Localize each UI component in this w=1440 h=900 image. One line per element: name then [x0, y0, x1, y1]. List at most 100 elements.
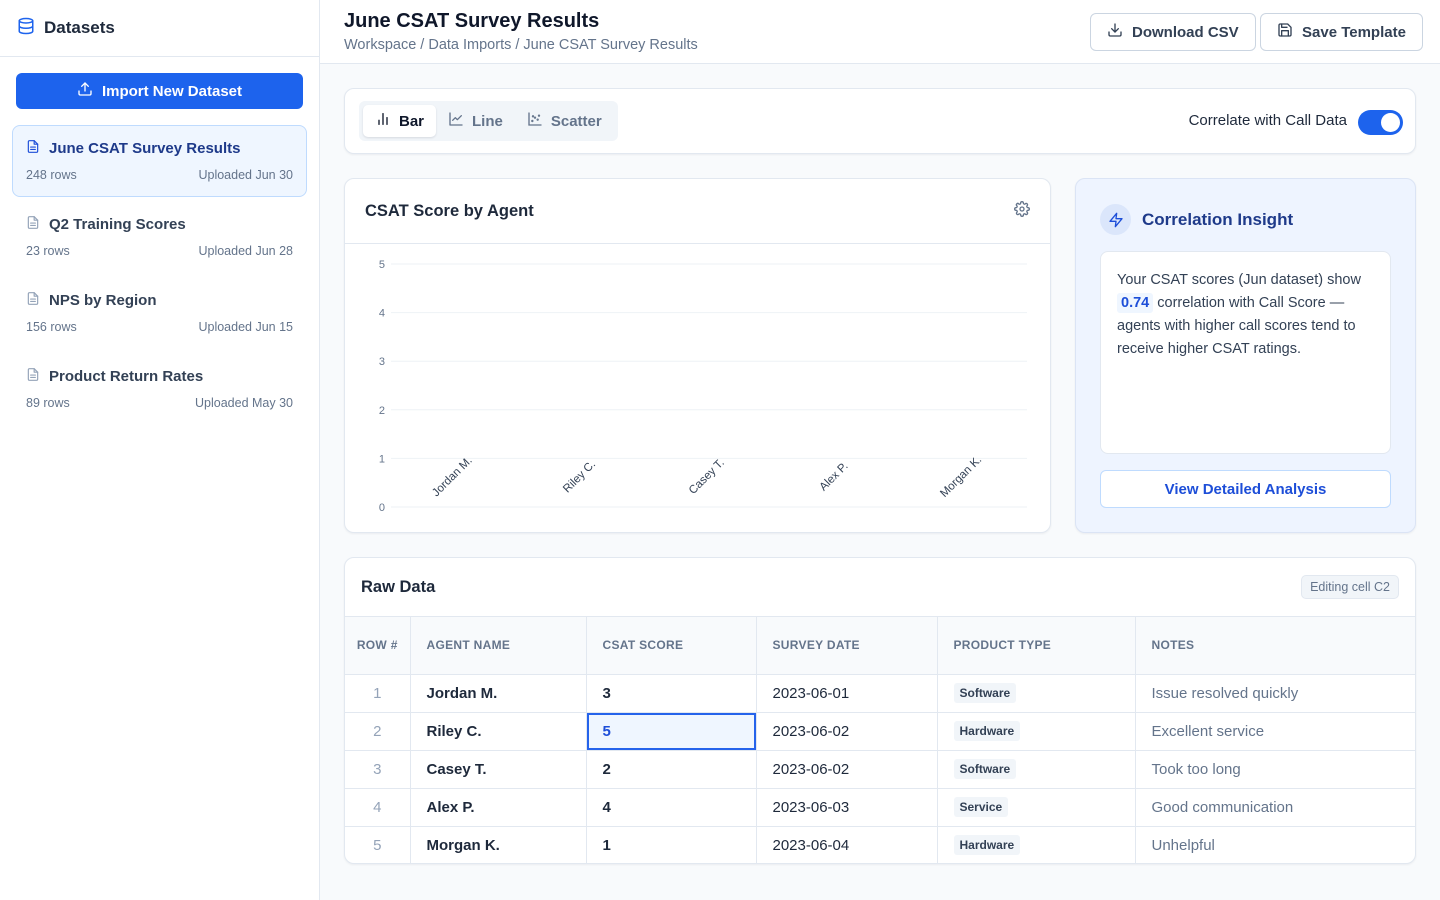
product-type-cell[interactable]: Service [937, 788, 1136, 827]
survey-date-cell[interactable]: 2023-06-03 [756, 788, 938, 827]
file-icon [26, 291, 40, 310]
chart-type-line-label: Line [472, 112, 503, 130]
file-icon [26, 215, 40, 234]
chart-toolbar: Bar Line Scatter Correlate with Call Dat… [344, 88, 1416, 154]
chart-type-line-button[interactable]: Line [436, 105, 515, 137]
y-tick-label: 4 [379, 308, 385, 320]
column-header[interactable]: ROW # [345, 617, 411, 675]
product-type-tag: Hardware [953, 721, 1021, 741]
chart-type-bar-label: Bar [399, 112, 425, 130]
agent-name-cell[interactable]: Casey T. [410, 750, 587, 789]
survey-date-cell[interactable]: 2023-06-02 [756, 750, 938, 789]
column-header[interactable]: NOTES [1135, 617, 1415, 675]
dataset-name: Q2 Training Scores [49, 215, 186, 233]
table-row: 1 Jordan M. 3 2023-06-01 Software Issue … [345, 674, 1415, 713]
agent-name-cell[interactable]: Riley C. [410, 712, 587, 751]
raw-data-card: Raw Data Editing cell C2 ROW # AGENT NAM… [344, 557, 1416, 864]
y-tick-label: 0 [379, 502, 385, 514]
scatter-chart-icon [527, 111, 543, 131]
agent-name-cell[interactable]: Morgan K. [410, 826, 587, 863]
top-bar: June CSAT Survey Results Workspace / Dat… [320, 0, 1440, 64]
column-header[interactable]: PRODUCT TYPE [937, 617, 1136, 675]
product-type-cell[interactable]: Software [937, 674, 1136, 713]
product-type-cell[interactable]: Hardware [937, 712, 1136, 751]
download-csv-button[interactable]: Download CSV [1090, 13, 1256, 51]
raw-data-title: Raw Data [361, 577, 436, 596]
lightning-icon [1100, 204, 1131, 235]
table-header-row: ROW # AGENT NAME CSAT SCORE SURVEY DATE … [345, 617, 1415, 675]
breadcrumb[interactable]: Workspace / Data Imports / June CSAT Sur… [344, 37, 698, 53]
dataset-item-product-returns[interactable]: Product Return Rates 89 rows Uploaded Ma… [12, 353, 307, 425]
correlate-toggle[interactable] [1358, 110, 1403, 135]
agent-name-cell[interactable]: Jordan M. [410, 674, 587, 713]
view-detailed-analysis-button[interactable]: View Detailed Analysis [1100, 470, 1391, 508]
dataset-uploaded: Uploaded Jun 15 [198, 320, 293, 334]
chart-header: CSAT Score by Agent [345, 179, 1050, 244]
notes-cell[interactable]: Excellent service [1135, 712, 1415, 751]
import-dataset-button[interactable]: Import New Dataset [16, 73, 303, 109]
import-dataset-label: Import New Dataset [101, 82, 243, 100]
notes-cell[interactable]: Took too long [1135, 750, 1415, 789]
column-header[interactable]: CSAT SCORE [586, 617, 757, 675]
chart-type-scatter-button[interactable]: Scatter [515, 105, 614, 137]
survey-date-cell[interactable]: 2023-06-04 [756, 826, 938, 863]
notes-cell[interactable]: Issue resolved quickly [1135, 674, 1415, 713]
y-tick-label: 1 [379, 453, 385, 465]
csat-score-cell-editing[interactable]: 5 [586, 712, 757, 751]
line-chart-icon [448, 111, 464, 131]
chart-title: CSAT Score by Agent [365, 201, 534, 220]
insight-card: Correlation Insight Your CSAT scores (Ju… [1075, 178, 1416, 533]
database-icon [17, 17, 35, 40]
column-header[interactable]: AGENT NAME [410, 617, 587, 675]
file-icon [26, 367, 40, 386]
insight-header: Correlation Insight [1100, 204, 1293, 235]
notes-cell[interactable]: Unhelpful [1135, 826, 1415, 863]
x-tick-label: Jordan M. [430, 455, 475, 500]
insight-text-before: Your CSAT scores (Jun dataset) show [1117, 272, 1361, 288]
y-tick-label: 2 [379, 405, 385, 417]
product-type-tag: Service [953, 797, 1009, 817]
row-number-cell: 3 [345, 750, 411, 789]
correlation-value: 0.74 [1117, 293, 1154, 313]
product-type-cell[interactable]: Software [937, 750, 1136, 789]
dataset-name: Product Return Rates [49, 367, 204, 385]
product-type-tag: Hardware [953, 835, 1021, 855]
settings-gear-icon[interactable] [1014, 200, 1030, 222]
table-row: 5 Morgan K. 1 2023-06-04 Hardware Unhelp… [345, 826, 1415, 863]
dataset-uploaded: Uploaded Jun 30 [198, 168, 293, 182]
x-tick-label: Morgan K. [938, 454, 984, 500]
chart-card: CSAT Score by Agent 0 1 2 3 4 5 Jordan M. Riley… [344, 178, 1051, 533]
agent-name-cell[interactable]: Alex P. [410, 788, 587, 827]
dataset-item-june-csat[interactable]: June CSAT Survey Results 248 rows Upload… [12, 125, 307, 197]
product-type-tag: Software [953, 759, 1017, 779]
chart-type-scatter-label: Scatter [550, 112, 602, 130]
save-template-button[interactable]: Save Template [1260, 13, 1423, 51]
correlate-label: Correlate with Call Data [1188, 112, 1347, 129]
dataset-rows: 248 rows [26, 168, 77, 182]
table-row: 2 Riley C. 5 2023-06-02 Hardware Excelle… [345, 712, 1415, 751]
download-csv-label: Download CSV [1132, 23, 1239, 41]
x-tick-label: Casey T. [687, 457, 727, 497]
chart-type-bar-button[interactable]: Bar [363, 105, 437, 137]
csat-score-cell[interactable]: 1 [586, 826, 757, 863]
survey-date-cell[interactable]: 2023-06-01 [756, 674, 938, 713]
csat-score-cell[interactable]: 3 [586, 674, 757, 713]
chart-type-selector: Bar Line Scatter [359, 101, 618, 141]
dataset-item-nps-region[interactable]: NPS by Region 156 rows Uploaded Jun 15 [12, 277, 307, 349]
dataset-name: NPS by Region [49, 291, 157, 309]
column-header[interactable]: SURVEY DATE [756, 617, 938, 675]
raw-data-header: Raw Data Editing cell C2 [345, 558, 1415, 617]
row-number-cell: 1 [345, 674, 411, 713]
product-type-cell[interactable]: Hardware [937, 826, 1136, 863]
notes-cell[interactable]: Good communication [1135, 788, 1415, 827]
product-type-tag: Software [953, 683, 1017, 703]
table-row: 4 Alex P. 4 2023-06-03 Service Good comm… [345, 788, 1415, 827]
survey-date-cell[interactable]: 2023-06-02 [756, 712, 938, 751]
toggle-knob [1381, 113, 1400, 132]
y-tick-label: 3 [379, 356, 385, 368]
csat-score-cell[interactable]: 2 [586, 750, 757, 789]
dataset-item-q2-training[interactable]: Q2 Training Scores 23 rows Uploaded Jun … [12, 201, 307, 273]
row-number-cell: 2 [345, 712, 411, 751]
insight-text: Your CSAT scores (Jun dataset) show 0.74… [1100, 251, 1391, 454]
csat-score-cell[interactable]: 4 [586, 788, 757, 827]
